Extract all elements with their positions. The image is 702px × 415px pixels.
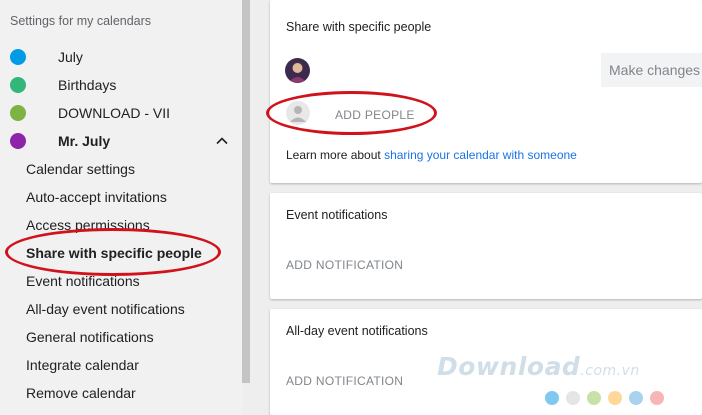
- add-people-button[interactable]: ADD PEOPLE: [335, 108, 415, 122]
- event-notifications-title: Event notifications: [286, 208, 388, 222]
- watermark-dot: [608, 391, 622, 405]
- sidebar-item-access-permissions[interactable]: Access permissions: [26, 215, 150, 235]
- watermark-text: Download: [437, 352, 581, 381]
- add-all-day-notification-button[interactable]: ADD NOTIFICATION: [286, 374, 403, 388]
- calendar-item-label: Mr. July: [58, 133, 111, 149]
- calendar-item-label: July: [58, 49, 83, 65]
- calendar-color-dot: [10, 49, 26, 65]
- settings-sidebar: Settings for my calendars July Birthdays…: [0, 0, 242, 415]
- sidebar-item-event-notifications[interactable]: Event notifications: [26, 271, 140, 291]
- sidebar-item-integrate-calendar[interactable]: Integrate calendar: [26, 355, 139, 375]
- sidebar-item-remove-calendar[interactable]: Remove calendar: [26, 383, 136, 403]
- watermark-dots: [545, 391, 664, 405]
- share-card: Share with specific people Make changes …: [266, 0, 702, 183]
- sidebar-item-all-day-notifications[interactable]: All-day event notifications: [26, 299, 185, 319]
- watermark-dot: [587, 391, 601, 405]
- person-placeholder-icon: [286, 101, 310, 125]
- add-event-notification-button[interactable]: ADD NOTIFICATION: [286, 258, 403, 272]
- event-notifications-card: Event notifications ADD NOTIFICATION: [270, 193, 702, 299]
- watermark-suffix: .com.vn: [580, 363, 640, 379]
- calendar-item-label: DOWNLOAD - VII: [58, 105, 171, 121]
- scrollbar-thumb[interactable]: [242, 0, 250, 383]
- sidebar-item-calendar-settings[interactable]: Calendar settings: [26, 159, 135, 179]
- watermark-dot: [629, 391, 643, 405]
- sidebar-item-share-specific-people[interactable]: Share with specific people: [26, 243, 202, 263]
- avatar: [285, 58, 310, 83]
- calendar-item-july[interactable]: July: [0, 43, 242, 71]
- sidebar-heading: Settings for my calendars: [10, 14, 152, 28]
- sharing-help-link[interactable]: sharing your calendar with someone: [384, 148, 577, 162]
- calendar-color-dot: [10, 133, 26, 149]
- watermark-dot: [650, 391, 664, 405]
- permission-select[interactable]: Make changes: [601, 53, 702, 87]
- calendar-item-label: Birthdays: [58, 77, 117, 93]
- calendar-color-dot: [10, 77, 26, 93]
- share-card-title: Share with specific people: [286, 20, 432, 34]
- calendar-item-birthdays[interactable]: Birthdays: [0, 71, 242, 99]
- watermark-dot: [545, 391, 559, 405]
- calendar-item-download-vii[interactable]: DOWNLOAD - VII: [0, 99, 242, 127]
- calendar-item-mr-july[interactable]: Mr. July: [0, 127, 242, 155]
- chevron-up-icon[interactable]: [214, 133, 230, 149]
- sidebar-item-general-notifications[interactable]: General notifications: [26, 327, 154, 347]
- learn-more-text: Learn more about sharing your calendar w…: [286, 148, 577, 162]
- watermark-dot: [566, 391, 580, 405]
- all-day-notifications-title: All-day event notifications: [286, 324, 428, 338]
- calendar-color-dot: [10, 105, 26, 121]
- download-watermark: Download.com.vn: [437, 352, 640, 381]
- learn-more-prefix: Learn more about: [286, 148, 385, 162]
- sidebar-item-auto-accept[interactable]: Auto-accept invitations: [26, 187, 167, 207]
